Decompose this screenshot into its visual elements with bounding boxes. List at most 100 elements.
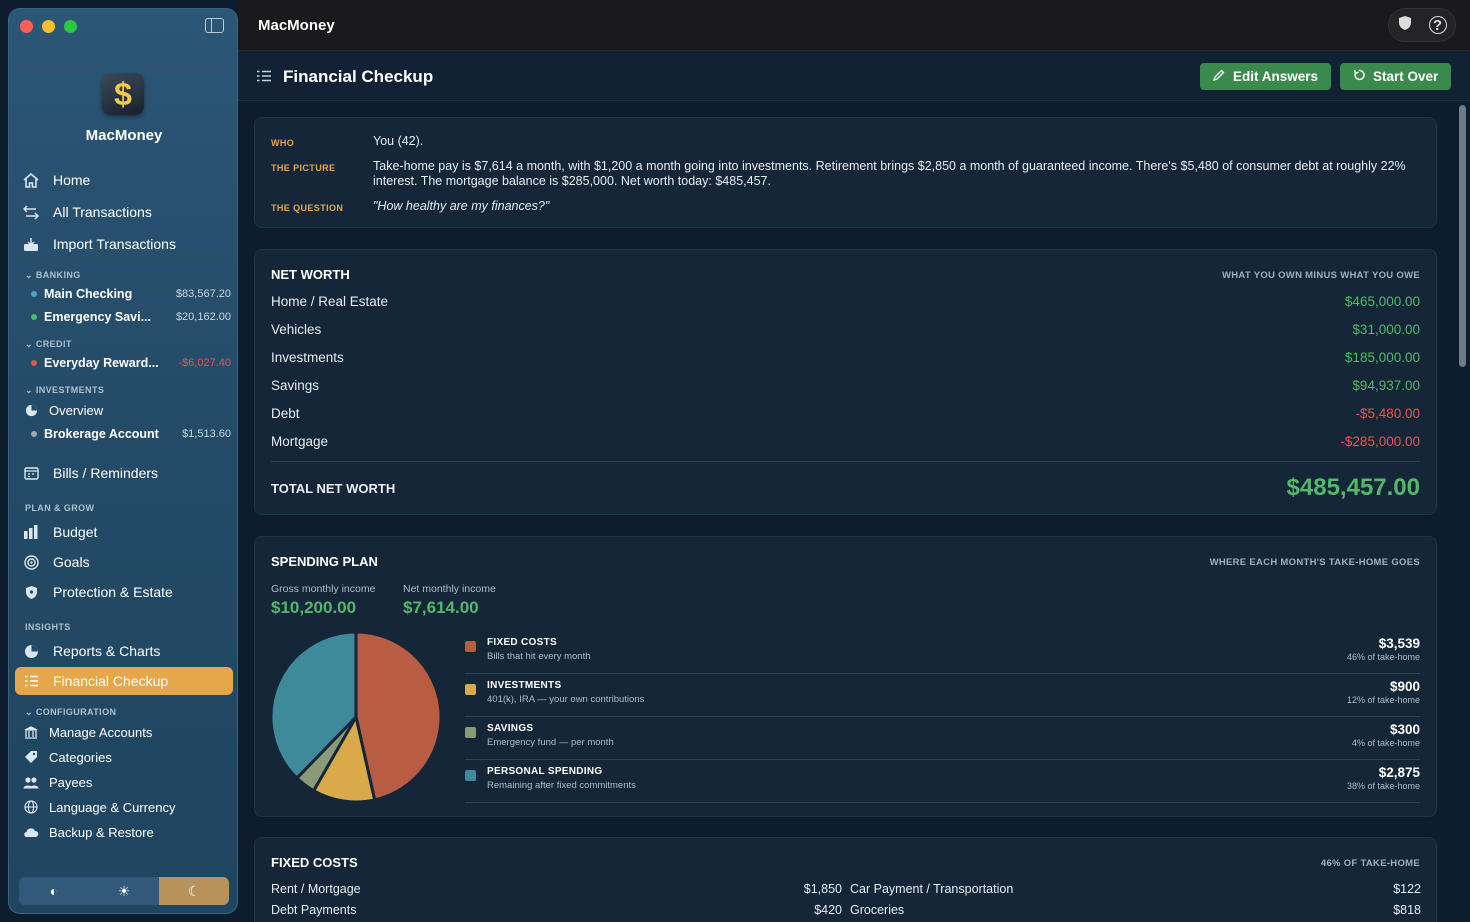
net-worth-total: TOTAL NET WORTH $485,457.00	[271, 474, 1420, 501]
spending-pie-chart	[269, 630, 443, 804]
question-value: "How healthy are my finances?"	[373, 199, 550, 213]
shield-icon	[21, 585, 41, 600]
app-window: $ MacMoney Home All Transactions Import …	[0, 0, 1470, 922]
account-emergency-savings[interactable]: Emergency Savi... $20,162.00	[31, 307, 231, 327]
legend-swatch	[465, 684, 476, 695]
who-label: WHO	[271, 138, 295, 148]
page-header: Financial Checkup Edit Answers Start Ove…	[238, 51, 1470, 101]
globe-icon	[21, 800, 41, 814]
sidebar-toggle-icon[interactable]	[205, 18, 224, 33]
pie-chart-icon	[21, 644, 41, 659]
sidebar-item-language-currency[interactable]: Language & Currency	[15, 796, 233, 818]
sidebar-item-import-transactions[interactable]: Import Transactions	[15, 230, 233, 258]
close-window-button[interactable]	[20, 20, 33, 33]
sidebar-item-all-transactions[interactable]: All Transactions	[15, 198, 233, 226]
backup-icon	[21, 826, 41, 839]
theme-light-button[interactable]: ☀	[89, 877, 159, 905]
start-over-button[interactable]: Start Over	[1340, 63, 1452, 90]
fixed-costs-card: FIXED COSTS 46% OF TAKE-HOME Rent / Mort…	[254, 837, 1437, 922]
page-title: Financial Checkup	[283, 67, 434, 86]
section-investments[interactable]: ⌄ INVESTMENTS	[25, 385, 104, 396]
fixed-cost-row: Rent / Mortgage $1,850	[271, 882, 842, 896]
moon-icon: ☾	[187, 882, 201, 899]
bar-chart-icon	[21, 525, 41, 539]
privacy-shield-icon[interactable]	[1398, 15, 1412, 35]
people-icon	[21, 776, 41, 789]
divider	[271, 461, 1420, 462]
gross-income-value: $10,200.00	[271, 598, 357, 617]
contrast-icon: ◐	[49, 883, 59, 899]
spending-title: SPENDING PLAN	[271, 554, 378, 569]
sidebar-item-categories[interactable]: Categories	[15, 746, 233, 768]
sidebar-item-protection[interactable]: Protection & Estate	[15, 578, 233, 606]
arrows-icon	[21, 204, 41, 220]
legend-swatch	[465, 770, 476, 781]
pencil-icon	[1212, 69, 1225, 84]
sidebar-item-manage-accounts[interactable]: Manage Accounts	[15, 721, 233, 743]
net-worth-title: NET WORTH	[271, 267, 350, 282]
account-dot	[31, 360, 37, 366]
pie-icon	[21, 404, 41, 417]
profile-card: WHO You (42). THE PICTURE Take-home pay …	[254, 117, 1437, 228]
sidebar-app-name: MacMoney	[85, 127, 163, 144]
theme-dark-button[interactable]: ☾	[159, 877, 229, 905]
account-dot	[31, 314, 37, 320]
fixed-costs-title: FIXED COSTS	[271, 855, 358, 870]
sun-icon: ☀	[117, 882, 131, 899]
picture-label: THE PICTURE	[271, 163, 336, 173]
sidebar-item-reports[interactable]: Reports & Charts	[15, 637, 233, 665]
section-configuration[interactable]: ⌄ CONFIGURATION	[25, 707, 116, 718]
fixed-cost-row: Debt Payments $420	[271, 903, 842, 917]
scrollbar[interactable]	[1459, 105, 1466, 367]
question-label: THE QUESTION	[271, 203, 344, 213]
account-brokerage[interactable]: Brokerage Account $1,513.60	[31, 424, 231, 444]
total-label: TOTAL NET WORTH	[271, 480, 396, 496]
sidebar-item-bills[interactable]: Bills / Reminders	[15, 459, 233, 487]
section-banking[interactable]: ⌄ BANKING	[25, 270, 81, 281]
fixed-costs-subtitle: 46% OF TAKE-HOME	[1320, 858, 1420, 869]
sidebar-item-investments-overview[interactable]: Overview	[15, 399, 233, 421]
bank-icon	[21, 725, 41, 739]
section-credit[interactable]: ⌄ CREDIT	[25, 339, 72, 350]
sidebar-item-budget[interactable]: Budget	[15, 518, 233, 546]
minimize-window-button[interactable]	[42, 20, 55, 33]
restart-icon	[1353, 69, 1365, 84]
net-worth-row: Investments $185,000.00	[271, 349, 1420, 365]
window-title: MacMoney	[258, 17, 335, 34]
main-content: WHO You (42). THE PICTURE Take-home pay …	[238, 101, 1470, 922]
legend-item-investments: INVESTMENTS 401(k), IRA — your own contri…	[465, 674, 1420, 717]
net-worth-row: Vehicles $31,000.00	[271, 321, 1420, 337]
fixed-cost-row: Car Payment / Transportation $122	[850, 882, 1421, 896]
sidebar-item-financial-checkup[interactable]: Financial Checkup	[15, 667, 233, 695]
sidebar-item-goals[interactable]: Goals	[15, 548, 233, 576]
spending-subtitle: WHERE EACH MONTH'S TAKE-HOME GOES	[1209, 557, 1420, 568]
legend-item-savings: SAVINGS Emergency fund — per month $300 4%…	[465, 717, 1420, 760]
house-icon	[21, 172, 41, 188]
sidebar-item-home[interactable]: Home	[15, 166, 233, 194]
legend-swatch	[465, 641, 476, 652]
net-worth-card: NET WORTH WHAT YOU OWN MINUS WHAT YOU OW…	[254, 249, 1437, 515]
help-icon[interactable]: ?	[1428, 16, 1447, 34]
gross-income-label: Gross monthly income	[271, 583, 376, 595]
checklist-icon	[21, 674, 41, 688]
window-controls	[20, 20, 77, 33]
theme-switcher: ◐ ☀ ☾	[19, 877, 229, 905]
spending-plan-card: SPENDING PLAN WHERE EACH MONTH'S TAKE-HO…	[254, 536, 1437, 817]
net-worth-row: Debt -$5,480.00	[271, 405, 1420, 421]
account-main-checking[interactable]: Main Checking $83,567.20	[31, 284, 231, 304]
title-bar: MacMoney ?	[238, 0, 1470, 51]
sidebar: $ MacMoney Home All Transactions Import …	[8, 8, 238, 914]
picture-value: Take-home pay is $7,614 a month, with $1…	[373, 159, 1406, 188]
sidebar-item-backup-restore[interactable]: Backup & Restore	[15, 821, 233, 843]
target-icon	[21, 554, 41, 570]
zoom-window-button[interactable]	[64, 20, 77, 33]
edit-answers-button[interactable]: Edit Answers	[1200, 63, 1332, 90]
sidebar-item-payees[interactable]: Payees	[15, 771, 233, 793]
tag-icon	[21, 750, 41, 764]
theme-auto-button[interactable]: ◐	[19, 877, 89, 905]
account-dot	[31, 291, 37, 297]
who-value: You (42).	[373, 134, 424, 148]
section-insights: INSIGHTS	[25, 622, 71, 632]
toolbar-actions: ?	[1388, 8, 1456, 42]
account-everyday-rewards[interactable]: Everyday Reward... -$6,027.40	[31, 353, 231, 373]
